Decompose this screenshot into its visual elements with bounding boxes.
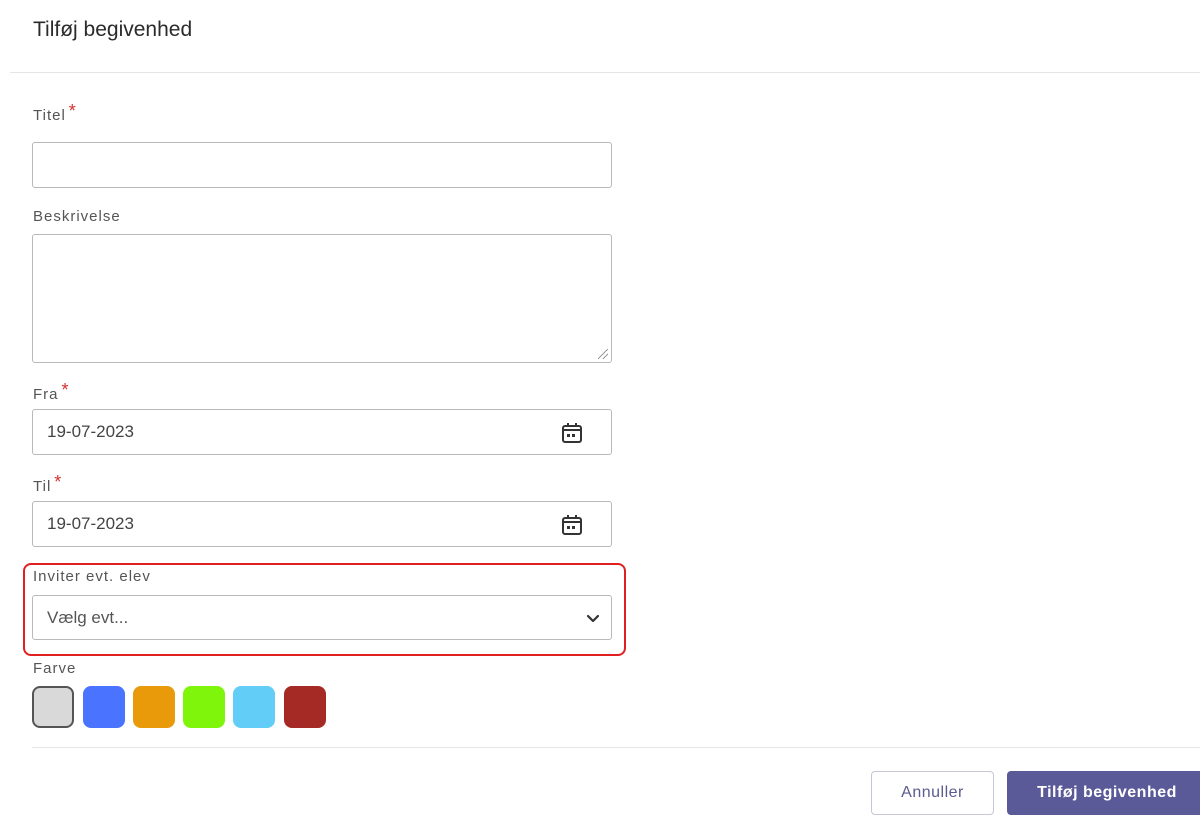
color-swatch-green[interactable] xyxy=(183,686,225,728)
calendar-icon[interactable] xyxy=(560,513,584,537)
from-label: Fra * xyxy=(33,380,70,404)
required-mark: * xyxy=(68,101,77,121)
color-swatch-blue[interactable] xyxy=(83,686,125,728)
color-swatch-light-blue[interactable] xyxy=(233,686,275,728)
description-textarea[interactable] xyxy=(32,234,612,363)
invite-student-select[interactable]: Vælg evt... xyxy=(32,595,612,640)
title-label: Titel * xyxy=(33,101,77,125)
color-label: Farve xyxy=(33,660,77,677)
to-date-input[interactable]: 19-07-2023 xyxy=(32,501,612,547)
cancel-button[interactable]: Annuller xyxy=(871,771,994,815)
color-swatch-orange[interactable] xyxy=(133,686,175,728)
title-input[interactable] xyxy=(32,142,612,188)
required-mark: * xyxy=(61,380,70,400)
color-swatch-red[interactable] xyxy=(284,686,326,728)
chevron-down-icon xyxy=(586,614,600,623)
title-label-text: Titel xyxy=(33,107,66,124)
to-date-value: 19-07-2023 xyxy=(47,514,134,533)
invite-selected-value: Vælg evt... xyxy=(47,607,129,627)
from-date-input[interactable]: 19-07-2023 xyxy=(32,409,612,455)
dialog-title: Tilføj begivenhed xyxy=(33,18,193,41)
header-divider xyxy=(10,72,1200,73)
to-label-text: Til xyxy=(33,478,52,495)
required-mark: * xyxy=(54,472,63,492)
color-swatch-gray[interactable] xyxy=(32,686,74,728)
footer-divider xyxy=(32,747,1200,748)
invite-label: Inviter evt. elev xyxy=(33,568,151,585)
description-label: Beskrivelse xyxy=(33,208,121,225)
resize-grip-icon[interactable] xyxy=(598,349,608,359)
calendar-icon[interactable] xyxy=(560,421,584,445)
from-date-value: 19-07-2023 xyxy=(47,422,134,441)
from-label-text: Fra xyxy=(33,386,59,403)
to-label: Til * xyxy=(33,472,63,496)
add-event-button[interactable]: Tilføj begivenhed xyxy=(1007,771,1200,815)
